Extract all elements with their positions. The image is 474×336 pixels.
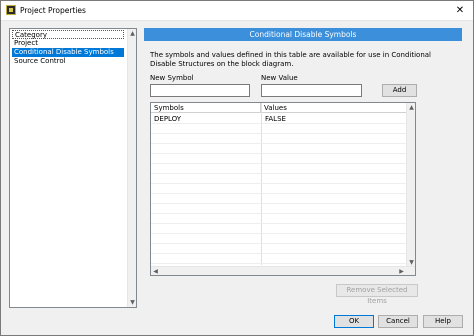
cancel-button[interactable]: Cancel bbox=[378, 315, 418, 328]
table-row[interactable] bbox=[151, 214, 407, 224]
table-horizontal-scrollbar[interactable]: ◀ ▶ bbox=[151, 266, 415, 275]
symbols-table[interactable]: Symbols Values DEPLOY FALSE ▲ ▼ ◀ ▶ bbox=[150, 102, 416, 276]
section-banner: Conditional Disable Symbols bbox=[144, 28, 462, 41]
title-bar: Project Properties ✕ bbox=[1, 1, 473, 21]
labview-project-icon bbox=[6, 5, 16, 15]
scroll-right-icon[interactable]: ▶ bbox=[397, 267, 406, 276]
table-row[interactable] bbox=[151, 164, 407, 174]
scroll-left-icon[interactable]: ◀ bbox=[151, 267, 160, 276]
table-row[interactable] bbox=[151, 194, 407, 204]
project-properties-window: Project Properties ✕ Category Project Co… bbox=[0, 0, 474, 336]
category-scrollbar[interactable]: ▲ ▼ bbox=[127, 29, 136, 307]
remove-selected-items-button[interactable]: Remove Selected Items bbox=[336, 284, 418, 305]
category-header: Category bbox=[12, 30, 124, 39]
table-row[interactable]: DEPLOY FALSE bbox=[151, 114, 407, 124]
table-row[interactable] bbox=[151, 184, 407, 194]
table-row[interactable] bbox=[151, 244, 407, 254]
scroll-up-icon[interactable]: ▲ bbox=[408, 103, 415, 112]
table-row[interactable] bbox=[151, 154, 407, 164]
table-cell-value[interactable]: FALSE bbox=[262, 114, 286, 124]
column-header-values[interactable]: Values bbox=[261, 103, 407, 113]
category-list[interactable]: Category Project Conditional Disable Sym… bbox=[9, 28, 137, 308]
table-row[interactable] bbox=[151, 234, 407, 244]
window-title: Project Properties bbox=[20, 6, 86, 15]
new-symbol-label: New Symbol bbox=[150, 74, 194, 82]
help-button[interactable]: Help bbox=[423, 315, 463, 328]
new-symbol-field[interactable] bbox=[150, 84, 250, 97]
new-value-label: New Value bbox=[261, 74, 298, 82]
table-cell-symbol[interactable]: DEPLOY bbox=[151, 114, 181, 124]
table-row[interactable] bbox=[151, 224, 407, 234]
table-row[interactable] bbox=[151, 204, 407, 214]
category-item-conditional-disable-symbols[interactable]: Conditional Disable Symbols bbox=[12, 48, 124, 57]
ok-button[interactable]: OK bbox=[334, 315, 374, 328]
category-item-source-control[interactable]: Source Control bbox=[12, 57, 124, 66]
close-icon[interactable]: ✕ bbox=[453, 4, 467, 18]
column-header-symbols[interactable]: Symbols bbox=[151, 103, 261, 113]
table-row[interactable] bbox=[151, 254, 407, 264]
table-row[interactable] bbox=[151, 134, 407, 144]
table-row[interactable] bbox=[151, 124, 407, 134]
scroll-up-icon[interactable]: ▲ bbox=[129, 29, 136, 38]
category-item-project[interactable]: Project bbox=[12, 39, 124, 48]
table-vertical-scrollbar[interactable]: ▲ ▼ bbox=[406, 103, 415, 267]
add-button[interactable]: Add bbox=[382, 84, 417, 97]
new-value-field[interactable] bbox=[261, 84, 362, 97]
table-row[interactable] bbox=[151, 144, 407, 154]
section-description: The symbols and values defined in this t… bbox=[150, 51, 431, 68]
table-row[interactable] bbox=[151, 174, 407, 184]
scroll-down-icon[interactable]: ▼ bbox=[129, 298, 136, 307]
table-header: Symbols Values bbox=[151, 103, 407, 113]
